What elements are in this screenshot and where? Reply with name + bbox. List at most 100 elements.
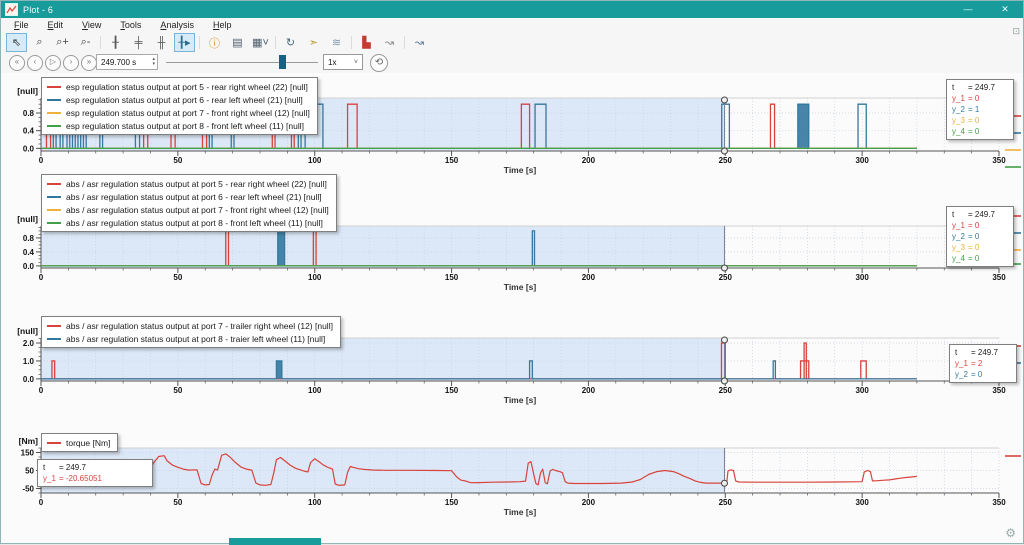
svg-text:300: 300: [855, 273, 869, 282]
readout-value: = 0: [968, 221, 979, 230]
select-tool-icon[interactable]: ⇖: [6, 33, 27, 52]
svg-text:150: 150: [445, 156, 459, 165]
svg-text:250: 250: [719, 386, 733, 395]
legend-item: esp regulation status output at port 6 -…: [47, 93, 310, 106]
overlay-curves-icon[interactable]: ≋: [326, 33, 347, 52]
readout-value: = -20.65051: [59, 474, 102, 483]
close-button[interactable]: ✕: [989, 1, 1021, 18]
menu-tools[interactable]: Tools: [111, 19, 151, 31]
speed-value: 1x: [328, 58, 336, 67]
signal-list-icon[interactable]: ▤: [227, 33, 248, 52]
marker-pair-icon[interactable]: ╫: [151, 33, 172, 52]
legend-swatch-icon: [47, 338, 61, 340]
menu-edit[interactable]: Edit: [39, 19, 74, 31]
readout-value: = 1: [968, 105, 979, 114]
menu-analysis[interactable]: Analysis: [151, 19, 204, 31]
step-forward-button[interactable]: ›: [63, 55, 79, 71]
readout-row: y_2= 0: [955, 369, 1011, 380]
svg-text:0.4: 0.4: [23, 248, 35, 257]
legend-swatch-icon: [47, 183, 61, 185]
panel-pin-icon[interactable]: ⊡: [1012, 26, 1020, 37]
time-slider[interactable]: [166, 55, 318, 69]
legend-swatch-icon: [47, 325, 61, 327]
cursor-readout-4: t= 249.7y_1= -20.65051: [37, 459, 153, 487]
legend-label: abs / asr regulation status output at po…: [66, 321, 333, 331]
marker-play-icon[interactable]: ╂▸: [174, 33, 195, 52]
legend-label: abs / asr regulation status output at po…: [66, 192, 322, 202]
legend-label: esp regulation status output at port 5 -…: [66, 82, 308, 92]
readout-value: = 2: [971, 359, 982, 368]
speed-dropdown[interactable]: 1x ˅: [323, 54, 363, 70]
svg-text:0: 0: [39, 386, 44, 395]
readout-row: t= 249.7: [952, 209, 1008, 220]
skip-end-button[interactable]: »: [81, 55, 97, 71]
time-spinbox[interactable]: 249.700 s ▴▾: [96, 54, 158, 70]
readout-row: y_1= 0: [952, 93, 1008, 104]
refresh-icon[interactable]: ↻: [280, 33, 301, 52]
slider-handle[interactable]: [279, 55, 286, 69]
svg-text:50: 50: [173, 386, 182, 395]
svg-text:100: 100: [308, 273, 322, 282]
play-button[interactable]: ▷: [45, 55, 61, 71]
cursor-readout-2: t= 249.7y_1= 0y_2= 0y_3= 0y_4= 0: [946, 206, 1014, 267]
svg-text:100: 100: [308, 498, 322, 507]
readout-label: y_4: [952, 127, 968, 136]
readout-value: = 249.7: [971, 348, 998, 357]
svg-text:350: 350: [992, 273, 1006, 282]
chevron-down-icon: ˅: [354, 59, 358, 66]
marker-single-icon[interactable]: ╂: [105, 33, 126, 52]
readout-label: y_2: [952, 232, 968, 241]
step-back-button[interactable]: ‹: [27, 55, 43, 71]
readout-value: = 0: [968, 127, 979, 136]
toolbar-playback: «‹▷›» 249.700 s ▴▾ 1x ˅ ⟲: [1, 53, 1023, 74]
legend-item: abs / asr regulation status output at po…: [47, 190, 329, 203]
pin-icon[interactable]: ➣: [303, 33, 324, 52]
svg-text:0.0: 0.0: [23, 262, 35, 271]
legend-swatch-icon: [47, 442, 61, 444]
svg-text:0.8: 0.8: [23, 234, 35, 243]
layout-grid-icon[interactable]: ▦˅: [250, 33, 271, 52]
readout-row: t= 249.7: [952, 82, 1008, 93]
svg-text:150: 150: [445, 386, 459, 395]
legend-item: torque [Nm]: [47, 436, 110, 449]
marker-align-icon[interactable]: ╪: [128, 33, 149, 52]
zoom-selection-icon[interactable]: ⌕: [29, 33, 50, 52]
skip-start-button[interactable]: «: [9, 55, 25, 71]
legend-swatch-icon: [47, 99, 61, 101]
chart-panel-1: 0501001502002503003500.00.40.8[null]Time…: [1, 73, 1024, 185]
chart-legend-2: abs / asr regulation status output at po…: [41, 174, 337, 232]
svg-text:-50: -50: [22, 485, 34, 494]
spinner-arrows-icon[interactable]: ▴▾: [152, 57, 157, 67]
menubar: FileEditViewToolsAnalysisHelp: [1, 18, 1023, 32]
readout-label: y_2: [952, 105, 968, 114]
slider-track: [166, 62, 318, 63]
corner-gear-icon[interactable]: ⚙: [1005, 526, 1016, 540]
legend-swatch-icon: [47, 86, 61, 88]
readout-row: y_2= 1: [952, 104, 1008, 115]
histogram-icon[interactable]: ▙: [356, 33, 377, 52]
measure-curve-icon[interactable]: ↝: [379, 33, 400, 52]
toolbar-separator: [100, 36, 101, 49]
repeat-button[interactable]: ⟲: [370, 54, 388, 72]
svg-text:150: 150: [21, 449, 35, 458]
zoom-in-icon[interactable]: ⌕+: [52, 33, 73, 52]
info-icon[interactable]: ⓘ: [204, 33, 225, 52]
svg-text:Time [s]: Time [s]: [504, 282, 537, 292]
menu-file[interactable]: File: [5, 19, 39, 31]
svg-text:250: 250: [719, 273, 733, 282]
menu-view[interactable]: View: [73, 19, 111, 31]
zoom-out-icon[interactable]: ⌕-: [75, 33, 96, 52]
minimize-button[interactable]: —: [953, 1, 983, 18]
svg-text:0: 0: [39, 498, 44, 507]
svg-text:100: 100: [308, 386, 322, 395]
curve-options-icon[interactable]: ↝: [409, 33, 430, 52]
legend-label: esp regulation status output at port 6 -…: [66, 95, 303, 105]
legend-swatch-icon: [47, 222, 61, 224]
svg-text:100: 100: [308, 156, 322, 165]
svg-text:300: 300: [855, 156, 869, 165]
legend-item: abs / asr regulation status output at po…: [47, 203, 329, 216]
menu-help[interactable]: Help: [204, 19, 242, 31]
toolbar-main: ⇖⌕⌕+⌕-╂╪╫╂▸ⓘ▤▦˅↻➣≋▙↝↝: [1, 32, 1023, 53]
svg-text:50: 50: [25, 467, 34, 476]
svg-text:0: 0: [39, 156, 44, 165]
